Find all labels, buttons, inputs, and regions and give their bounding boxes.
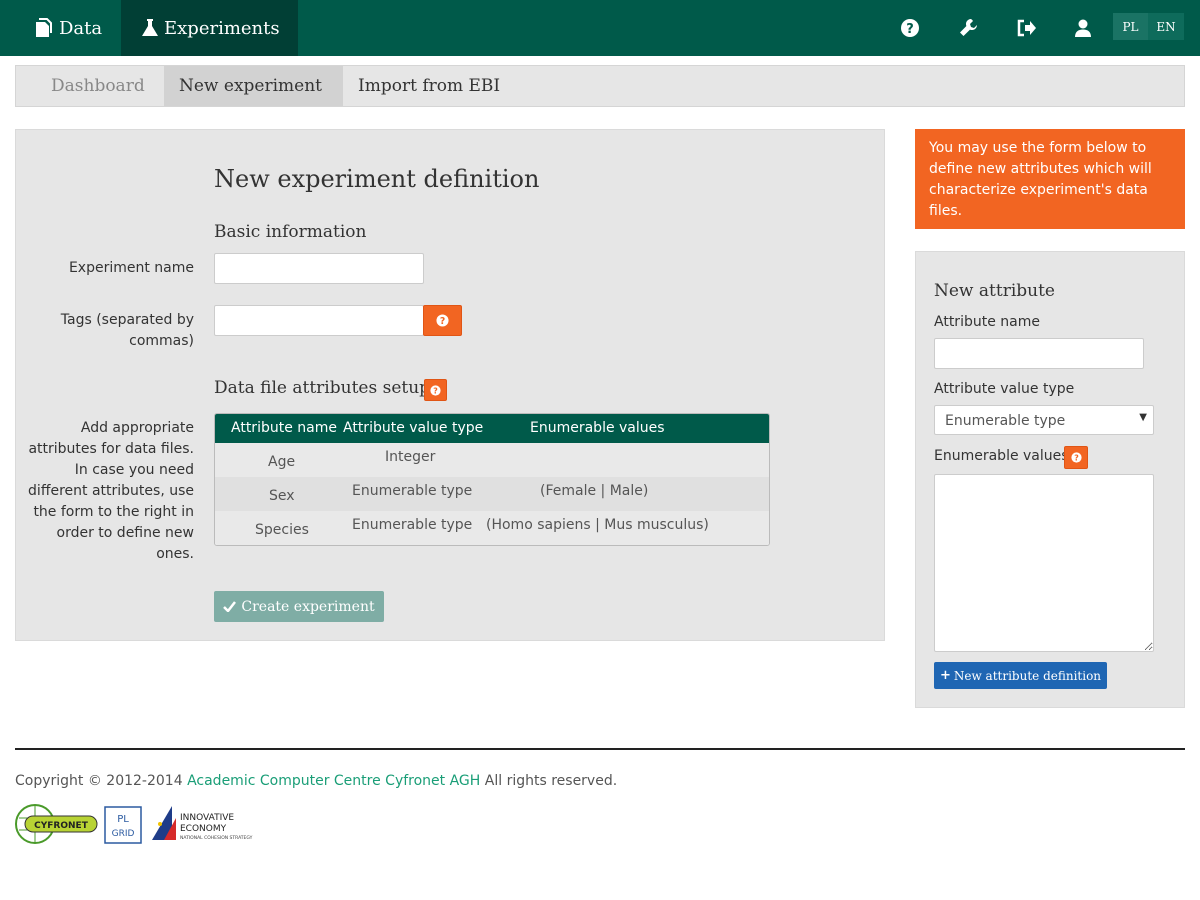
- hint-line: Add appropriate: [80, 420, 194, 436]
- hint-line: order to define new: [56, 525, 194, 541]
- sign-out-icon[interactable]: [1015, 17, 1037, 39]
- copyright: Copyright © 2012-2014 Academic Computer …: [15, 773, 617, 789]
- tags-input[interactable]: [214, 305, 424, 336]
- experiment-name-input[interactable]: [214, 253, 424, 284]
- tags-label-line-2: commas): [129, 333, 194, 349]
- info-alert: You may use the form below to define new…: [915, 129, 1185, 229]
- create-experiment-button[interactable]: Create experiment: [214, 591, 384, 622]
- cell-attr-values: (Female | Male): [540, 483, 649, 499]
- tab-import-ebi-label: Import from EBI: [358, 76, 501, 96]
- tab-dashboard[interactable]: Dashboard: [36, 66, 164, 106]
- copyright-prefix: Copyright © 2012-2014: [15, 773, 183, 789]
- info-line: define new attributes which will: [929, 161, 1152, 177]
- new-attribute-label: New attribute definition: [953, 668, 1102, 683]
- svg-text:?: ?: [440, 316, 445, 327]
- svg-text:CYFRONET: CYFRONET: [34, 821, 89, 831]
- tags-help-button[interactable]: ?: [423, 305, 462, 336]
- question-circle-icon: ?: [430, 384, 441, 395]
- cell-attr-values: (Homo sapiens | Mus musculus): [486, 517, 709, 533]
- tab-new-experiment-label: New experiment: [179, 76, 323, 96]
- nav-data-label: Data: [59, 17, 103, 39]
- top-navbar: Data Experiments ? PL EN: [0, 0, 1200, 56]
- tags-label-line-1: Tags (separated by: [60, 312, 194, 328]
- tab-dashboard-label: Dashboard: [51, 76, 145, 96]
- tab-new-experiment[interactable]: New experiment: [164, 66, 343, 106]
- svg-text:INNOVATIVE: INNOVATIVE: [180, 813, 234, 823]
- lang-en-label: EN: [1156, 19, 1176, 34]
- question-circle-icon: ?: [1070, 452, 1082, 463]
- files-icon: [36, 18, 52, 37]
- cell-attr-type: Enumerable type: [352, 517, 473, 533]
- lang-en-button[interactable]: EN: [1148, 13, 1184, 40]
- tags-label: Tags (separated by commas): [40, 310, 194, 352]
- copyright-suffix: All rights reserved.: [484, 773, 618, 789]
- plgrid-logo: PL GRID: [104, 806, 142, 848]
- user-icon[interactable]: [1072, 17, 1094, 39]
- help-icon[interactable]: ?: [899, 17, 921, 39]
- page-title: New experiment definition: [214, 165, 540, 193]
- info-line: You may use the form below to: [929, 140, 1147, 156]
- value-type-select[interactable]: Enumerable type ▼: [934, 405, 1154, 435]
- enum-values-label: Enumerable values: [934, 448, 1069, 464]
- attributes-table: Attribute name Attribute value type Enum…: [214, 413, 770, 546]
- info-line: characterize experiment's data: [929, 182, 1148, 198]
- attr-name-input[interactable]: [934, 338, 1144, 369]
- lang-pl-button[interactable]: PL: [1113, 13, 1148, 40]
- svg-text:PL: PL: [117, 814, 129, 825]
- wrench-icon[interactable]: [957, 17, 979, 39]
- enum-values-help-button[interactable]: ?: [1064, 446, 1088, 469]
- cell-attr-name: Species: [255, 522, 309, 538]
- nav-data[interactable]: Data: [20, 0, 121, 56]
- svg-text:?: ?: [1074, 454, 1079, 463]
- hint-line: different attributes, use: [28, 483, 194, 499]
- attributes-hint: Add appropriate attributes for data file…: [20, 418, 194, 565]
- info-line: files.: [929, 203, 963, 219]
- cell-attr-type: Enumerable type: [352, 483, 473, 499]
- create-experiment-label: Create experiment: [241, 598, 375, 615]
- footer-divider: [15, 748, 1185, 750]
- svg-text:ECONOMY: ECONOMY: [180, 824, 227, 834]
- cyfronet-link[interactable]: Academic Computer Centre Cyfronet AGH: [187, 773, 480, 789]
- hint-line: ones.: [156, 546, 194, 562]
- hint-line: attributes for data files.: [28, 441, 194, 457]
- tab-import-ebi[interactable]: Import from EBI: [343, 66, 523, 106]
- check-icon: [223, 601, 237, 612]
- new-attribute-button[interactable]: + New attribute definition: [934, 662, 1107, 689]
- attributes-help-button[interactable]: ?: [424, 379, 447, 401]
- table-row: Age Integer: [215, 443, 769, 477]
- cell-attr-type: Integer: [385, 449, 436, 465]
- attributes-heading: Data file attributes setup: [214, 378, 431, 398]
- svg-text:?: ?: [906, 22, 914, 37]
- new-attribute-title: New attribute: [934, 281, 1055, 301]
- svg-text:GRID: GRID: [112, 829, 135, 839]
- experiment-name-label: Experiment name: [68, 260, 194, 276]
- svg-text:NATIONAL COHESION STRATEGY: NATIONAL COHESION STRATEGY: [180, 835, 253, 841]
- col-attribute-value-type: Attribute value type: [343, 420, 484, 436]
- cell-attr-name: Age: [268, 454, 296, 470]
- cyfronet-logo: CYFRONET: [15, 804, 99, 848]
- hint-line: the form to the right in: [33, 504, 194, 520]
- enum-values-textarea[interactable]: [934, 474, 1154, 652]
- question-circle-icon: ?: [436, 314, 449, 327]
- basic-info-heading: Basic information: [214, 222, 367, 242]
- breadcrumb: Dashboard New experiment Import from EBI: [15, 65, 1185, 107]
- col-enumerable-values: Enumerable values: [530, 420, 665, 436]
- table-row: Sex Enumerable type (Female | Male): [215, 477, 769, 511]
- col-attribute-name: Attribute name: [231, 420, 337, 436]
- caret-down-icon: ▼: [1139, 412, 1147, 423]
- value-type-label: Attribute value type: [934, 381, 1075, 397]
- lang-pl-label: PL: [1122, 19, 1139, 34]
- hint-line: In case you need: [74, 462, 194, 478]
- cell-attr-name: Sex: [269, 488, 295, 504]
- nav-experiments-label: Experiments: [164, 17, 280, 39]
- table-row: Species Enumerable type (Homo sapiens | …: [215, 511, 769, 545]
- attr-name-label: Attribute name: [934, 314, 1040, 330]
- table-header: Attribute name Attribute value type Enum…: [215, 414, 769, 443]
- nav-experiments[interactable]: Experiments: [121, 0, 298, 56]
- plus-icon: +: [939, 668, 951, 683]
- flask-icon: [142, 19, 158, 36]
- svg-text:?: ?: [433, 386, 438, 395]
- innovative-economy-logo: INNOVATIVE ECONOMY NATIONAL COHESION STR…: [150, 804, 270, 848]
- value-type-selected: Enumerable type: [945, 413, 1066, 429]
